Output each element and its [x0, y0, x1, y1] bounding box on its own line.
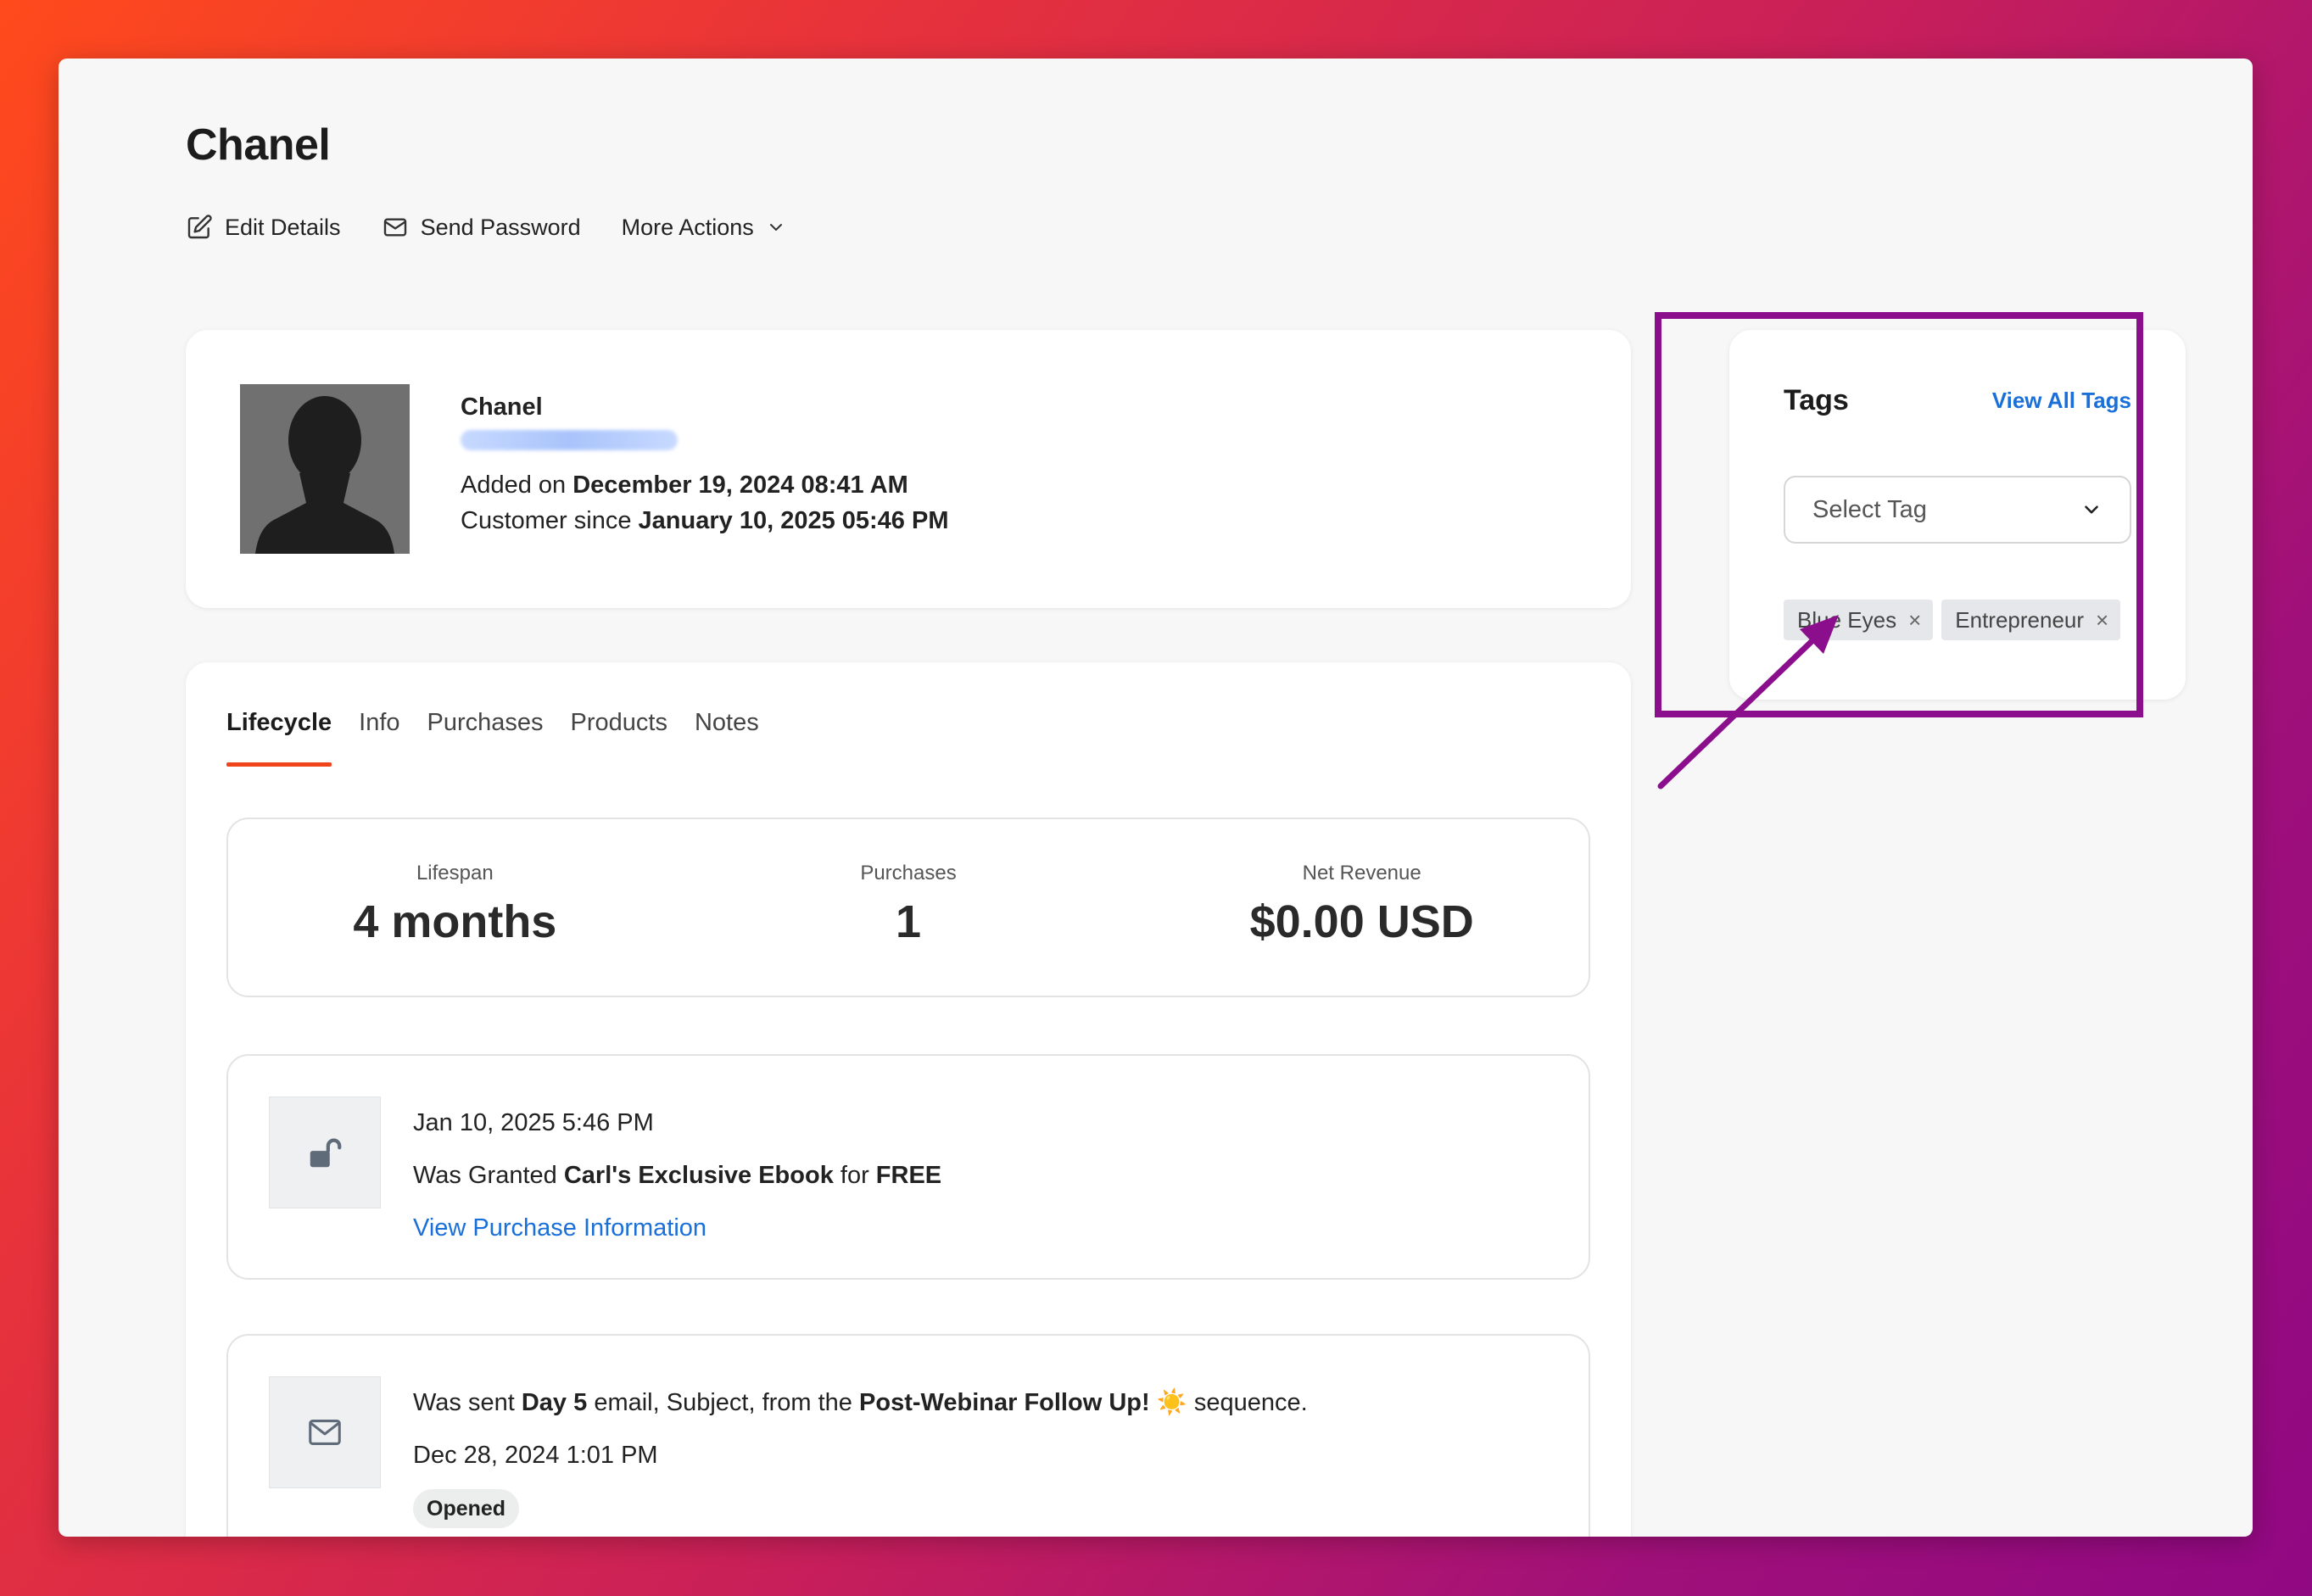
added-on-label: Added on — [461, 472, 567, 499]
stat-value: 4 months — [353, 896, 557, 947]
event-sequence: Post-Webinar Follow Up! ☀️ — [859, 1389, 1187, 1416]
tab-products[interactable]: Products — [571, 709, 667, 767]
stats-summary: Lifespan 4 months Purchases 1 Net Revenu… — [226, 818, 1590, 997]
highlight-box — [1655, 312, 2143, 717]
edit-icon — [187, 215, 212, 239]
profile-card: Chanel Added on December 19, 2024 08:41 … — [186, 330, 1631, 608]
more-actions-label: More Actions — [621, 214, 754, 240]
tab-info[interactable]: Info — [359, 709, 399, 767]
stat-lifespan: Lifespan 4 months — [228, 819, 682, 996]
stat-net-revenue: Net Revenue $0.00 USD — [1135, 819, 1589, 996]
event-body: Was sent Day 5 email, Subject, from the … — [413, 1376, 1308, 1534]
tab-bar: Lifecycle Info Purchases Products Notes — [226, 709, 759, 767]
event-text: sequence. — [1193, 1389, 1308, 1416]
event-text: Was Granted — [413, 1162, 557, 1189]
event-description: Was sent Day 5 email, Subject, from the … — [413, 1376, 1308, 1429]
added-on: Added on December 19, 2024 08:41 AM — [461, 467, 949, 503]
event-date: Dec 28, 2024 1:01 PM — [413, 1442, 658, 1469]
stat-purchases: Purchases 1 — [682, 819, 1136, 996]
event-product: Carl's Exclusive Ebook — [563, 1162, 834, 1189]
event-description: Was Granted Carl's Exclusive Ebook for F… — [413, 1149, 941, 1202]
view-purchase-link[interactable]: View Purchase Information — [413, 1202, 941, 1254]
event-day: Day 5 — [521, 1389, 588, 1416]
edit-details-button[interactable]: Edit Details — [186, 214, 341, 241]
avatar — [240, 384, 410, 554]
tab-notes[interactable]: Notes — [695, 709, 759, 767]
mail-icon — [383, 218, 406, 237]
lifecycle-event-purchase: Jan 10, 2025 5:46 PM Was Granted Carl's … — [226, 1054, 1590, 1280]
more-actions-button[interactable]: More Actions — [622, 215, 786, 241]
person-silhouette-icon — [255, 396, 394, 554]
stat-value: 1 — [895, 896, 922, 947]
action-bar: Edit Details Send Password More Actions — [186, 214, 786, 241]
customer-since: Customer since January 10, 2025 05:46 PM — [461, 503, 949, 539]
profile-info: Chanel Added on December 19, 2024 08:41 … — [461, 389, 949, 539]
send-password-button[interactable]: Send Password — [382, 214, 581, 241]
tab-purchases[interactable]: Purchases — [427, 709, 544, 767]
event-text: for — [840, 1162, 869, 1189]
tab-lifecycle[interactable]: Lifecycle — [226, 709, 332, 767]
stat-label: Net Revenue — [1302, 862, 1421, 884]
chevron-down-icon — [769, 224, 782, 231]
page-title: Chanel — [186, 120, 331, 170]
lifecycle-card: Lifecycle Info Purchases Products Notes … — [186, 662, 1631, 1537]
event-body: Jan 10, 2025 5:46 PM Was Granted Carl's … — [413, 1097, 941, 1254]
lifecycle-event-email: Was sent Day 5 email, Subject, from the … — [226, 1334, 1590, 1537]
send-password-label: Send Password — [420, 214, 581, 240]
event-icon-box — [269, 1097, 381, 1208]
event-date: Jan 10, 2025 5:46 PM — [413, 1109, 654, 1136]
event-price: FREE — [875, 1162, 942, 1189]
customer-since-date: January 10, 2025 05:46 PM — [638, 507, 949, 534]
stat-value: $0.00 USD — [1249, 896, 1474, 947]
customer-name: Chanel — [461, 393, 543, 421]
event-text: email, Subject, from the — [594, 1389, 852, 1416]
unlock-icon — [310, 1138, 342, 1168]
app-window: Chanel Edit Details Send Password More A… — [59, 59, 2253, 1537]
added-on-date: December 19, 2024 08:41 AM — [572, 472, 908, 499]
mail-icon — [309, 1420, 341, 1445]
edit-details-label: Edit Details — [225, 214, 341, 240]
event-text: Was sent — [413, 1389, 515, 1416]
customer-since-label: Customer since — [461, 507, 632, 534]
event-icon-box — [269, 1376, 381, 1488]
customer-email[interactable] — [461, 425, 949, 467]
stat-label: Lifespan — [416, 862, 494, 884]
status-badge: Opened — [413, 1489, 520, 1528]
stat-label: Purchases — [860, 862, 957, 884]
